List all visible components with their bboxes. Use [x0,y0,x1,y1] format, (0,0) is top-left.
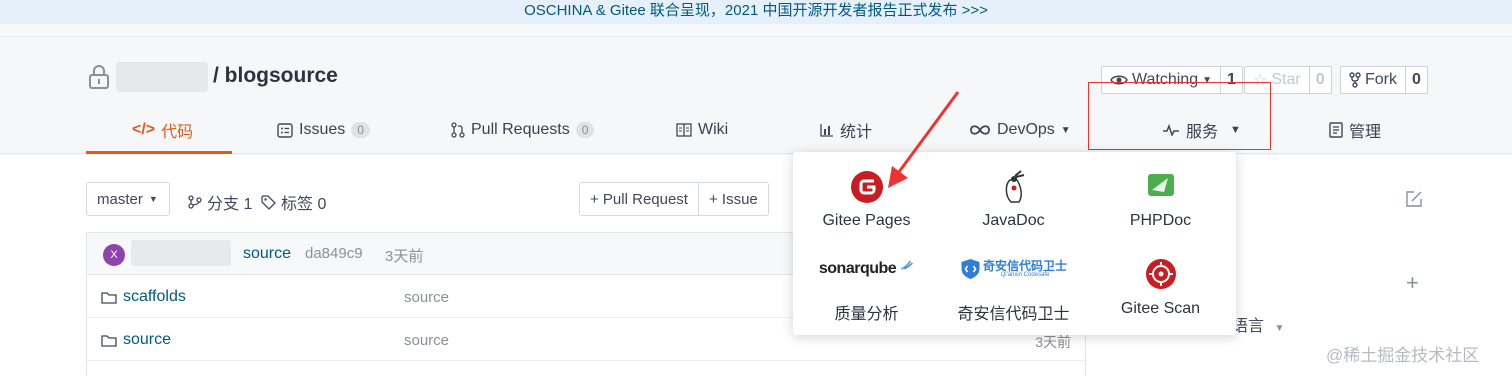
gitee-pages-icon [850,171,883,203]
tab-devops-label: DevOps [997,121,1055,138]
repo-action-group: + Pull Request + Issue [579,182,769,216]
service-gitee-scan[interactable]: Gitee Scan [1087,240,1234,320]
folder-icon [101,291,117,304]
qianxin-icon: 奇安信代码卫士 Qi'anxin Codesafe [960,258,1067,280]
fork-count[interactable]: 0 [1405,67,1427,93]
file-link[interactable]: scaffolds [101,288,186,306]
file-commit-time: 3天前 [1035,334,1071,350]
pull-request-icon [451,122,465,138]
file-link[interactable]: source [101,331,171,349]
sonarqube-icon: sonarqube [819,260,914,278]
qianxin-wordmark: 奇安信代码卫士 [982,259,1068,273]
annotation-highlight-box [1088,82,1271,150]
tags-link[interactable]: 标签 0 [261,190,326,214]
tab-stats[interactable]: 统计 [820,118,872,142]
tab-stats-label: 统计 [840,124,873,141]
star-label: Star [1271,71,1301,88]
lock-icon [89,65,109,89]
service-label: Gitee Pages [822,212,911,229]
tab-code-label: 代码 [161,124,194,141]
javadoc-icon [1005,170,1024,203]
shield-icon [960,259,979,279]
fork-button[interactable]: Fork 0 [1340,66,1428,94]
tags-count: 标签 0 [281,196,327,213]
services-dropdown: Gitee Pages JavaDoc PHPDoc sonarqube 质量分… [793,152,1236,335]
tab-manage-label: 管理 [1349,124,1382,141]
service-label: 奇安信代码卫士 [957,306,1070,323]
banner-text[interactable]: OSCHINA & Gitee 联合呈现，2021 中国开源开发者报告正式发布 … [524,2,988,19]
file-name: source [123,331,172,348]
branches-count: 分支 1 [207,196,253,213]
file-commit-message[interactable]: source [404,332,449,349]
phpdoc-icon [1147,174,1174,196]
issues-count-badge: 0 [351,122,370,138]
branch-select[interactable]: master ▼ [86,182,170,216]
service-phpdoc[interactable]: PHPDoc [1087,152,1234,232]
repo-header [0,36,1512,154]
branch-icon [188,195,202,209]
file-commit-message[interactable]: source [404,289,449,306]
infinity-icon [970,125,990,135]
language-filter[interactable]: 语言 ▼ [1232,312,1284,336]
tab-issues-label: Issues [299,121,346,138]
gitee-scan-icon [1145,259,1176,289]
file-name: scaffolds [123,288,186,305]
fork-icon [1349,72,1361,88]
announcement-banner[interactable]: OSCHINA & Gitee 联合呈现，2021 中国开源开发者报告正式发布 … [0,0,1512,24]
tab-code[interactable]: </> 代码 [132,118,193,142]
sonar-waves-icon [900,260,913,270]
caret-down-icon: ▼ [148,194,158,204]
tab-wiki[interactable]: Wiki [676,118,728,142]
bar-chart-icon [820,124,833,137]
new-issue-button[interactable]: + Issue [697,183,768,215]
commit-time: 3天前 [385,248,424,265]
annotation-arrow [888,91,960,188]
service-quality-analysis[interactable]: sonarqube 质量分析 [793,240,940,323]
book-icon [676,123,692,137]
active-tab-indicator [86,151,232,154]
tab-devops[interactable]: DevOps ▼ [969,118,1071,142]
fork-label: Fork [1365,71,1397,88]
tab-manage[interactable]: 管理 [1329,118,1381,142]
code-icon: </> [132,121,156,138]
star-count[interactable]: 0 [1308,67,1331,93]
new-pull-request-button[interactable]: + Pull Request [580,183,698,215]
author-name-redacted[interactable] [131,240,231,266]
watermark: @稀土掘金技术社区 [1326,346,1480,365]
pull-requests-count-badge: 0 [575,122,595,138]
branch-name: master [97,190,143,208]
issues-icon [277,122,293,138]
add-icon[interactable]: + [1406,270,1419,296]
owner-name-redacted[interactable] [116,62,208,92]
tab-wiki-label: Wiki [698,121,729,138]
edit-icon[interactable] [1405,190,1423,208]
document-icon [1329,122,1343,138]
service-label: Gitee Scan [1120,300,1201,317]
commit-sha[interactable]: da849c9 [305,245,363,262]
service-label: PHPDoc [1129,212,1192,229]
tab-pull-requests-label: Pull Requests [471,121,570,138]
service-qianxin-codesafe[interactable]: 奇安信代码卫士 Qi'anxin Codesafe 奇安信代码卫士 [940,240,1087,323]
service-label: 质量分析 [834,306,899,323]
folder-icon [101,334,117,347]
commit-message[interactable]: source [243,245,291,263]
sonarqube-wordmark: sonarqube [818,260,897,277]
repo-title[interactable]: / blogsource [213,64,338,88]
caret-down-icon: ▼ [1274,323,1285,334]
language-label: 语言 [1232,318,1265,335]
caret-down-icon: ▼ [1060,124,1071,136]
tag-icon [261,194,276,210]
tab-pull-requests[interactable]: Pull Requests 0 [451,118,595,142]
branches-link[interactable]: 分支 1 [188,190,252,214]
avatar[interactable]: X [103,244,125,266]
tab-issues[interactable]: Issues 0 [277,118,370,142]
service-label: JavaDoc [982,212,1045,229]
